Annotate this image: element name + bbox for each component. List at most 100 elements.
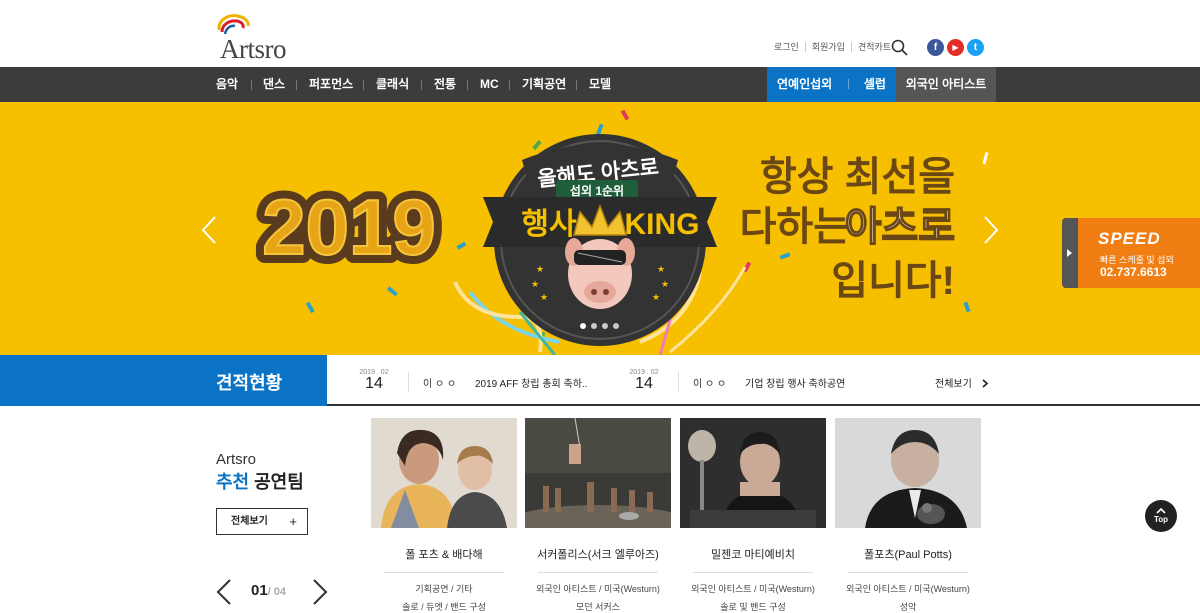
banner-prev-icon[interactable] [201,215,217,245]
estimate-event-link[interactable]: 2019 AFF 창립 총회 축하.. [475,375,587,390]
performer-photo [680,418,826,528]
nav-item-traditional[interactable]: 전통 [434,67,456,102]
badge-main-left: 행사 [521,208,577,241]
logo-text: Artsro [220,34,287,64]
nav-divider [363,80,364,90]
nav-item-planned[interactable]: 기획공연 [522,67,566,102]
slide-dot [591,323,597,329]
svg-text:★: ★ [657,264,665,274]
svg-text:★: ★ [536,264,544,274]
nav-item-mc[interactable]: MC [480,67,499,102]
speed-booking-widget[interactable]: SPEED 빠른 스케줄 및 섭외 02.737.6613 [1062,218,1200,288]
speed-title: SPEED [1098,229,1161,248]
performer-card[interactable]: 밀젠코 마티예비치 외국인 아티스트 / 미국(Westurn) 솔로 및 밴드… [680,418,826,612]
site-logo[interactable]: Artsro [216,12,306,64]
performer-card[interactable]: 폴포츠(Paul Potts) 외국인 아티스트 / 미국(Westurn) 성… [835,418,981,612]
nav-item-performance[interactable]: 퍼포먼스 [309,67,353,102]
slide-dot-active [580,323,586,329]
pager-prev-icon[interactable] [216,578,232,606]
nav-divider [467,80,468,90]
performer-card[interactable]: 서커폴리스(서크 엘루아즈) 외국인 아티스트 / 미국(Westurn) 모던… [525,418,671,612]
estimate-client-name: 이 ㅇ ㅇ [423,379,457,390]
card-divider [693,572,813,573]
recommended-sub-label: Artsro [216,451,257,468]
plus-icon: + [289,514,297,529]
card-divider [384,572,504,573]
speed-phone: 02.737.6613 [1100,265,1167,279]
headline-line3: 입니다! [831,259,955,303]
performer-name: 서커폴리스(서크 엘루아즈) [537,549,659,561]
banner-next-icon[interactable] [983,215,999,245]
performer-format: 모던 서커스 [576,602,620,612]
svg-text:★: ★ [531,279,539,289]
recommended-view-all-button[interactable]: 전체보기 + [216,508,308,535]
youtube-icon[interactable]: ▶ [947,39,964,56]
nav-divider [509,80,510,90]
slide-dot [613,323,619,329]
estimate-date: 2019 . 02 14 [624,369,664,393]
nav-item-model[interactable]: 모델 [589,67,611,102]
performer-photo [371,418,517,528]
twitter-icon[interactable]: t [967,39,984,56]
slide-dot [602,323,608,329]
pager-counter: 01/ 04 [251,582,286,599]
card-divider [848,572,968,573]
nav-divider [296,80,297,90]
svg-text:★: ★ [661,279,669,289]
svg-text:★: ★ [652,292,660,302]
performer-category: 외국인 아티스트 / 미국(Westurn) [691,584,815,594]
nav-celeb-label: 셀럽 [863,77,886,91]
site-header: Artsro 로그인 회원가입 견적카트 f ▶ t [0,0,1200,67]
estimate-divider [678,372,679,392]
join-link[interactable]: 회원가입 [812,40,845,53]
badge-ribbon-text: 섭외 1순위 [570,183,624,198]
performer-name: 폴 포츠 & 배다해 [405,549,483,561]
performer-category: 기획공연 / 기타 [415,584,473,594]
nav-item-dance[interactable]: 댄스 [263,67,285,102]
cart-link[interactable]: 견적카트 [858,40,891,53]
card-divider [538,572,658,573]
nav-divider [576,80,577,90]
main-nav: 음악 댄스 퍼포먼스 클래식 전통 MC 기획공연 모델 연예인섭외 셀럽 외국… [0,67,1200,102]
performer-format: 성악 [899,602,917,612]
nav-divider [847,79,849,89]
util-divider [804,41,806,52]
scroll-top-button[interactable]: Top [1145,500,1177,532]
login-link[interactable]: 로그인 [774,40,799,53]
recommended-title: 추천 공연팀 [216,468,304,494]
headline-line1: 항상 최선을 [760,155,955,199]
estimate-title-block: 견적현황 [0,355,327,406]
performer-category: 외국인 아티스트 / 미국(Westurn) [536,584,660,594]
facebook-icon[interactable]: f [927,39,944,56]
pager-current: 01 [251,582,268,599]
performer-card[interactable]: 폴 포츠 & 배다해 기획공연 / 기타 솔로 / 듀엣 / 밴드 구성 [371,418,517,612]
estimate-view-all-link[interactable]: 전체보기 [935,375,989,390]
nav-item-celebrity-booking[interactable]: 연예인섭외 셀럽 [767,67,896,102]
performer-format: 솔로 및 밴드 구성 [720,602,786,612]
nav-divider [251,80,252,90]
recommended-title-rest: 공연팀 [249,472,304,492]
headline-line2a: 다하는 [740,205,850,249]
util-divider [850,41,852,52]
headline-line2b: 아츠로 [845,205,955,249]
recommended-view-all-label: 전체보기 [231,516,268,527]
badge-main-right: KING [625,208,700,241]
nav-item-classic[interactable]: 클래식 [376,67,409,102]
year-text: 2019 [262,183,436,271]
chevron-right-icon [982,379,988,388]
performer-photo [525,418,671,528]
performer-name: 밀젠코 마티예비치 [710,549,795,561]
estimate-event-link[interactable]: 기업 창립 행사 축하공연 [745,375,845,390]
pager-next-icon[interactable] [312,578,328,606]
nav-item-foreign-artist[interactable]: 외국인 아티스트 [896,67,996,102]
estimate-day: 14 [365,375,383,392]
hero-banner: 2019 2019 올해도 아츠로 섭외 1순위 행사 KING ★ ★ ★ ★ ★ ★… [0,102,1200,355]
banner-graphics: 2019 2019 올해도 아츠로 섭외 1순위 행사 KING ★★★ ★★★… [253,109,989,355]
speed-toggle-tab[interactable] [1062,218,1078,288]
scroll-top-label: Top [1153,515,1169,524]
estimate-status-bar: 견적현황 2019 . 02 14 이 ㅇ ㅇ 2019 AFF 창립 총회 축… [0,355,1200,406]
nav-item-music[interactable]: 음악 [216,67,238,102]
search-icon[interactable] [891,39,908,56]
recommended-section: Artsro 추천 공연팀 전체보기 + 01/ 04 폴 포츠 & 배다해 기… [0,406,1200,612]
nav-celebrity-booking-label: 연예인섭외 [777,77,833,91]
